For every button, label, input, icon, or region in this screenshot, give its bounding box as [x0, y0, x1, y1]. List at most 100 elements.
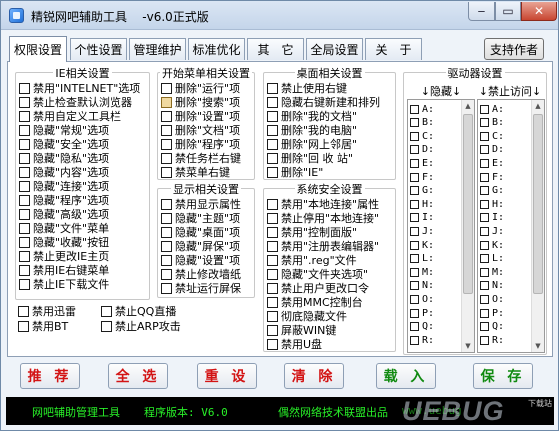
checkbox-option[interactable]: 隐藏"内容"选项	[19, 165, 109, 179]
checkbox-icon[interactable]	[19, 138, 30, 150]
drive-option[interactable]: K:	[480, 239, 504, 251]
checkbox-option[interactable]: 隐藏"桌面"项	[161, 225, 240, 239]
checkbox-option[interactable]: 禁用".reg"文件	[267, 253, 357, 267]
checkbox-icon[interactable]	[410, 335, 419, 345]
drive-option[interactable]: J:	[480, 225, 504, 237]
checkbox-icon[interactable]	[480, 240, 489, 250]
checkbox-icon[interactable]	[410, 294, 419, 304]
drive-option[interactable]: H:	[410, 198, 434, 210]
checkbox-icon[interactable]	[410, 254, 419, 264]
checkbox-icon[interactable]	[267, 338, 278, 350]
save-button[interactable]: 保 存	[473, 363, 533, 389]
checkbox-icon[interactable]	[161, 138, 172, 150]
checkbox-option[interactable]: 禁止QQ直播	[101, 304, 176, 318]
drive-option[interactable]: B:	[410, 117, 434, 129]
checkbox-icon[interactable]	[267, 110, 278, 122]
drive-option[interactable]: A:	[480, 103, 504, 115]
checkbox-icon[interactable]	[19, 96, 30, 108]
scroll-up-icon[interactable]: ▲	[532, 100, 544, 112]
checkbox-icon[interactable]	[410, 118, 419, 128]
drive-option[interactable]: L:	[410, 253, 434, 265]
drive-deny-scrollbar[interactable]: ▲ ▼	[531, 100, 544, 352]
drive-option[interactable]: D:	[410, 144, 434, 156]
checkbox-icon[interactable]	[267, 226, 278, 238]
checkbox-option[interactable]: 禁用MMC控制台	[267, 295, 363, 309]
checkbox-icon[interactable]	[161, 166, 172, 178]
drive-hide-scrollbar[interactable]: ▲ ▼	[461, 100, 474, 352]
checkbox-icon[interactable]	[410, 322, 419, 332]
tab-global[interactable]: 全局设置	[306, 38, 363, 60]
checkbox-option[interactable]: 删除"搜索"项	[161, 95, 240, 109]
checkbox-option[interactable]: 禁用自定义工具栏	[19, 109, 121, 123]
reset-button[interactable]: 重 设	[197, 363, 257, 389]
checkbox-icon[interactable]	[161, 282, 172, 294]
drive-option[interactable]: F:	[480, 171, 504, 183]
checkbox-option[interactable]: 隐藏"安全"选项	[19, 137, 109, 151]
checkbox-option[interactable]: 禁用迅雷	[18, 304, 76, 318]
drive-option[interactable]: M:	[480, 266, 504, 278]
checkbox-icon[interactable]	[480, 335, 489, 345]
scroll-thumb[interactable]	[463, 114, 473, 294]
checkbox-option[interactable]: 删除"回 收 站"	[267, 151, 353, 165]
checkbox-icon[interactable]	[267, 152, 278, 164]
checkbox-option[interactable]: 隐藏"常规"选项	[19, 123, 109, 137]
drive-option[interactable]: B:	[480, 117, 504, 129]
checkbox-option[interactable]: 禁止用户更改口令	[267, 281, 369, 295]
checkbox-option[interactable]: 禁用IE右键菜单	[19, 263, 109, 277]
tab-personalize[interactable]: 个性设置	[70, 38, 127, 60]
checkbox-option[interactable]: 隐藏"文件"菜单	[19, 221, 109, 235]
checkbox-icon[interactable]	[19, 264, 30, 276]
checkbox-icon[interactable]	[480, 308, 489, 318]
checkbox-icon[interactable]	[101, 320, 112, 332]
drive-option[interactable]: O:	[410, 293, 434, 305]
checkbox-option[interactable]: 隐藏"隐私"选项	[19, 151, 109, 165]
checkbox-icon[interactable]	[410, 186, 419, 196]
checkbox-icon[interactable]	[410, 226, 419, 236]
drive-option[interactable]: F:	[410, 171, 434, 183]
drive-option[interactable]: Q:	[410, 321, 434, 333]
checkbox-icon[interactable]	[161, 198, 172, 210]
drive-option[interactable]: N:	[480, 280, 504, 292]
drive-option[interactable]: D:	[480, 144, 504, 156]
checkbox-option[interactable]: 隐藏"文件夹选项"	[267, 267, 368, 281]
drive-option[interactable]: N:	[410, 280, 434, 292]
checkbox-icon[interactable]	[19, 166, 30, 178]
checkbox-icon[interactable]	[267, 212, 278, 224]
checkbox-icon[interactable]	[267, 198, 278, 210]
checkbox-icon[interactable]	[19, 250, 30, 262]
checkbox-option[interactable]: 禁菜单右键	[161, 165, 230, 179]
checkbox-option[interactable]: 禁址运行屏保	[161, 281, 241, 295]
checkbox-option[interactable]: 隐藏"高级"选项	[19, 207, 109, 221]
checkbox-icon[interactable]	[161, 240, 172, 252]
drive-option[interactable]: I:	[480, 212, 504, 224]
scroll-down-icon[interactable]: ▼	[532, 340, 544, 352]
scroll-thumb[interactable]	[533, 114, 543, 294]
checkbox-icon[interactable]	[267, 296, 278, 308]
checkbox-icon[interactable]	[19, 110, 30, 122]
drive-option[interactable]: R:	[480, 334, 504, 346]
drive-option[interactable]: O:	[480, 293, 504, 305]
close-button[interactable]: ✕	[521, 2, 557, 21]
checkbox-option[interactable]: 隐藏右键新建和排列	[267, 95, 380, 109]
checkbox-option[interactable]: 禁止停用"本地连接"	[267, 211, 379, 225]
checkbox-icon[interactable]	[267, 82, 278, 94]
checkbox-icon[interactable]	[19, 222, 30, 234]
checkbox-option[interactable]: 禁止IE下载文件	[19, 277, 109, 291]
checkbox-icon[interactable]	[19, 82, 30, 94]
checkbox-icon[interactable]	[410, 145, 419, 155]
checkbox-icon[interactable]	[480, 322, 489, 332]
checkbox-option[interactable]: 隐藏"收藏"按钮	[19, 235, 109, 249]
checkbox-icon[interactable]	[410, 199, 419, 209]
tab-optimize[interactable]: 标准优化	[188, 38, 245, 60]
checkbox-option[interactable]: 禁用"本地连接"属性	[267, 197, 379, 211]
checkbox-option[interactable]: 禁用"注册表编辑器"	[267, 239, 379, 253]
checkbox-icon[interactable]	[267, 324, 278, 336]
checkbox-icon[interactable]	[480, 267, 489, 277]
checkbox-icon[interactable]	[161, 254, 172, 266]
checkbox-icon[interactable]	[480, 281, 489, 291]
checkbox-icon[interactable]	[267, 96, 278, 108]
checkbox-option[interactable]: 删除"我的文档"	[267, 109, 357, 123]
scroll-up-icon[interactable]: ▲	[462, 100, 474, 112]
select-all-button[interactable]: 全 选	[108, 363, 168, 389]
drive-option[interactable]: P:	[480, 307, 504, 319]
